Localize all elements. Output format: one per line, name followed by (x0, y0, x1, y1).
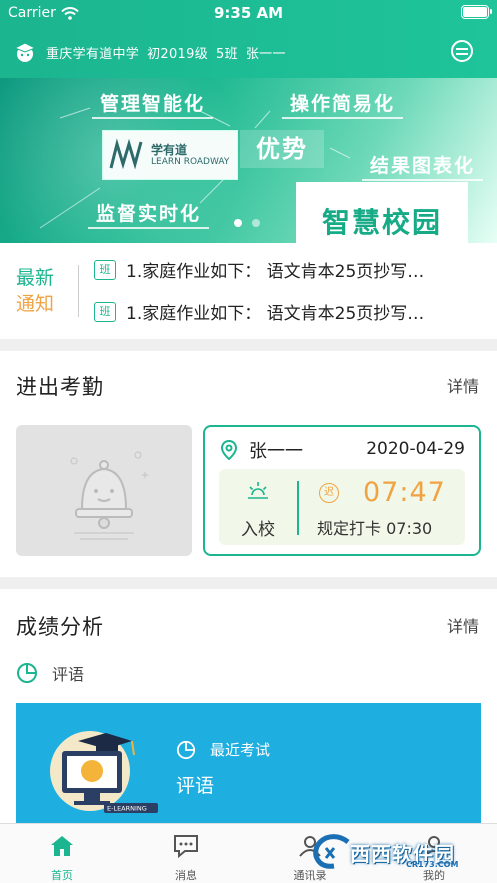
banner-tag-4: 监督实时化 (88, 198, 210, 229)
notice-item[interactable]: 班 1.家庭作业如下： 语文肯本25页抄写… (94, 257, 424, 282)
tab-home[interactable]: 首页 (22, 830, 102, 883)
late-badge-icon: 迟 (319, 483, 339, 503)
app-header: Carrier 9:35 AM 重庆学有道中学 初2019级 5班 张一一 (0, 0, 497, 78)
check-in-box: 入校 迟 07:47 规定打卡 07:30 (219, 469, 465, 545)
notice-text: 1.家庭作业如下： 语文肯本25页抄写… (126, 262, 425, 282)
grade-name: 初2019级 (147, 46, 208, 62)
attendance-record-panel[interactable]: 张一一 2020-04-29 入校 迟 07:47 规定打卡 07:30 (203, 425, 481, 556)
divider (78, 265, 79, 317)
class-name: 5班 (216, 46, 238, 62)
check-in-label: 入校 (241, 520, 275, 540)
title-bar: 重庆学有道中学 初2019级 5班 张一一 (0, 36, 497, 68)
notice-label: 最新 通知 (16, 265, 54, 317)
sunrise-icon (248, 482, 268, 499)
attendance-detail-link[interactable]: 详情 (447, 373, 479, 397)
chat-icon (174, 835, 198, 859)
watermark: 西西软件园 CR173.COM (308, 832, 488, 872)
notice-label-notice: 通知 (16, 293, 55, 315)
grades-title: 成绩分析 (16, 615, 104, 639)
status-bar: Carrier 9:35 AM (0, 0, 497, 28)
carousel-dot[interactable] (234, 219, 242, 227)
watermark-logo-icon (313, 834, 350, 869)
required-time: 规定打卡 07:30 (317, 519, 433, 538)
attendance-date: 2020-04-29 (366, 439, 465, 459)
notice-section: 最新 通知 班 1.家庭作业如下： 语文肯本25页抄写… 班 1.家庭作业如下：… (0, 243, 497, 339)
student-info: 重庆学有道中学 初2019级 5班 张一一 (46, 43, 286, 62)
attendance-card: 进出考勤 详情 张一一 2020-04-29 入校 迟 07:47 规定打卡 0… (0, 351, 497, 577)
recent-exam-label: 最近考试 (210, 741, 271, 759)
comment-label: 评语 (52, 665, 85, 684)
carousel-dots (234, 219, 260, 227)
attendance-student-name: 张一一 (249, 441, 303, 462)
attendance-placeholder-image (16, 425, 192, 556)
student-avatar-icon[interactable] (14, 41, 36, 63)
grades-card: 成绩分析 详情 评语 E-LEARNING 最近考试 评语 (0, 589, 497, 833)
smart-campus-text: 智慧校园 (321, 206, 442, 239)
advantage-label: 优势 (240, 130, 324, 168)
brand-logo: 学有道 LEARN ROADWAY (102, 130, 238, 180)
brand-mark-icon (109, 138, 143, 170)
notice-item[interactable]: 班 1.家庭作业如下： 语文肯本25页抄写… (94, 299, 424, 324)
bell-icon (70, 451, 148, 540)
home-icon (51, 836, 73, 856)
student-name: 张一一 (245, 46, 286, 62)
banner-tag-2: 操作简易化 (282, 88, 404, 119)
battery-icon (461, 5, 492, 19)
grades-detail-link[interactable]: 详情 (447, 613, 479, 637)
logo-en: LEARN ROADWAY (151, 157, 230, 167)
pie-chart-icon (17, 663, 37, 683)
class-badge: 班 (94, 301, 116, 322)
class-badge: 班 (94, 259, 116, 280)
exam-comment-label: 评语 (176, 775, 215, 797)
e-learning-label: E-LEARNING (107, 805, 147, 813)
switch-icon[interactable] (451, 40, 473, 62)
tab-messages[interactable]: 消息 (146, 830, 226, 883)
banner-tag-1: 管理智能化 (92, 88, 214, 119)
watermark-sub: CR173.COM (406, 860, 459, 869)
carousel-dot[interactable] (252, 219, 260, 227)
tab-home-label: 首页 (51, 869, 73, 882)
e-learning-illustration: E-LEARNING (50, 731, 158, 813)
location-pin-icon (221, 440, 237, 460)
comment-tab[interactable]: 评语 (16, 661, 84, 685)
school-name: 重庆学有道中学 (46, 46, 140, 62)
check-in-time: 07:47 (363, 477, 446, 508)
notice-label-latest: 最新 (16, 267, 55, 289)
tab-messages-label: 消息 (175, 869, 197, 882)
recent-exam-card[interactable]: E-LEARNING 最近考试 评语 (16, 703, 481, 833)
smart-campus-label: 智慧校园 (296, 182, 468, 243)
logo-cn: 学有道 (151, 143, 188, 157)
attendance-title: 进出考勤 (16, 375, 104, 399)
pie-chart-icon (176, 740, 196, 759)
clock: 9:35 AM (213, 4, 284, 22)
banner-tag-3: 结果图表化 (362, 150, 484, 181)
notice-text: 1.家庭作业如下： 语文肯本25页抄写… (126, 304, 425, 324)
divider (297, 481, 299, 535)
